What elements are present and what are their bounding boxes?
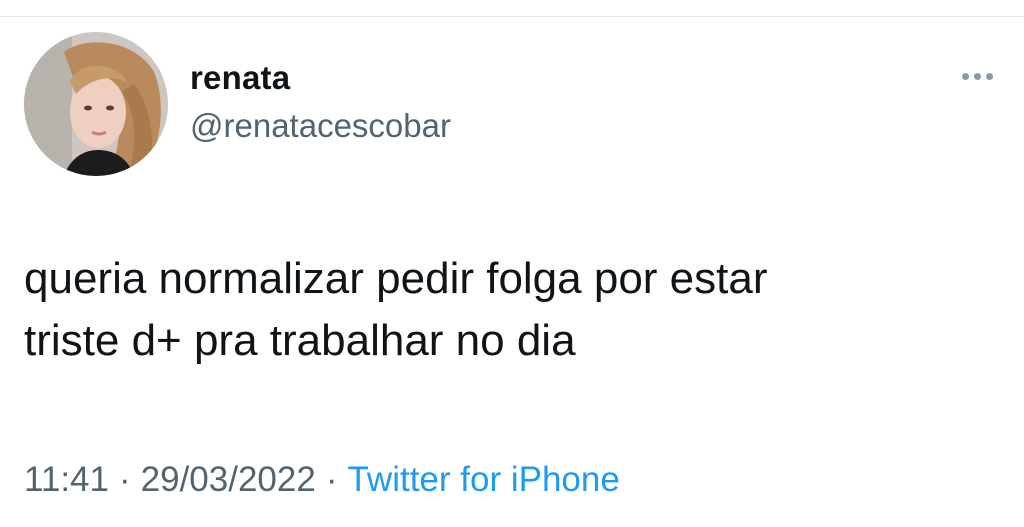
- more-options-button[interactable]: [953, 64, 1001, 88]
- avatar[interactable]: [24, 32, 168, 176]
- tweet-source-link[interactable]: Twitter for iPhone: [347, 460, 619, 499]
- tweet-date[interactable]: 29/03/2022: [141, 460, 316, 499]
- tweet-time[interactable]: 11:41: [24, 460, 109, 499]
- meta-separator: ·: [325, 460, 338, 499]
- tweet-text-line: triste d+ pra trabalhar no dia: [24, 316, 576, 365]
- meta-separator: ·: [119, 460, 131, 499]
- avatar-photo: [24, 32, 168, 176]
- display-name[interactable]: renata: [190, 58, 451, 98]
- tweet-text: queria normalizar pedir folga por estar …: [24, 248, 1004, 372]
- tweet-text-line: queria normalizar pedir folga por estar: [24, 254, 768, 303]
- top-divider: [0, 16, 1024, 17]
- more-horizontal-icon: [985, 72, 993, 80]
- user-handle[interactable]: @renatacescobar: [190, 106, 451, 146]
- more-horizontal-icon: [961, 72, 969, 80]
- more-horizontal-icon: [973, 72, 981, 80]
- tweet-meta: 11:41 · 29/03/2022 · Twitter for iPhone: [24, 458, 620, 502]
- tweet-author: renata @renatacescobar: [190, 58, 451, 146]
